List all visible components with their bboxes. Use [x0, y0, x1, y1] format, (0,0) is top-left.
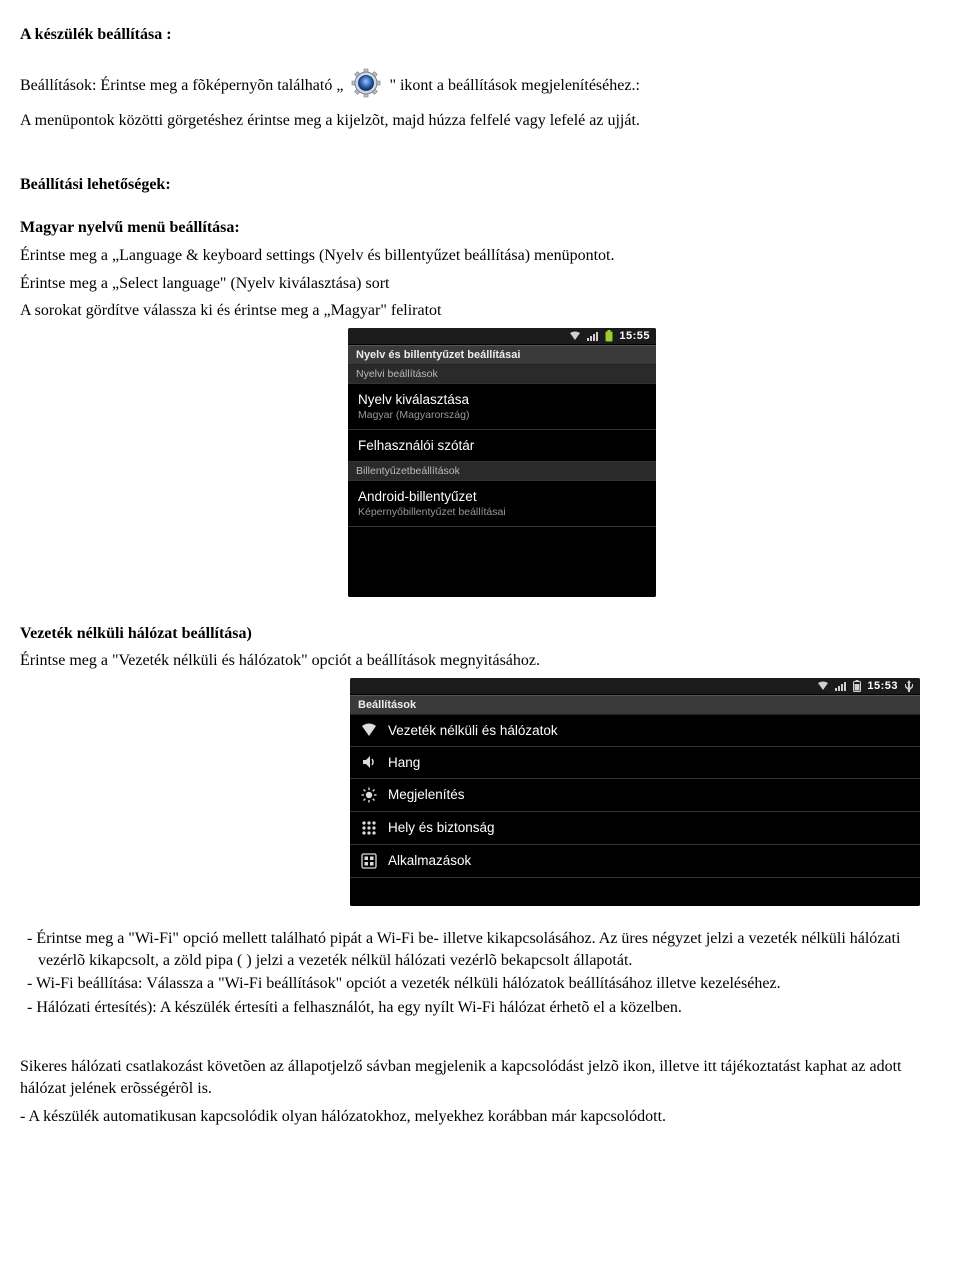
- signal-icon: [587, 331, 599, 341]
- screen-title: Nyelv és billentyűzet beállításai: [348, 345, 656, 365]
- lang-step-3: A sorokat gördítve válassza ki és érints…: [20, 300, 940, 322]
- scroll-instructions: A menüpontok közötti görgetéshez érintse…: [20, 110, 940, 132]
- status-bar: 15:55: [348, 328, 656, 345]
- row-sound[interactable]: Hang: [350, 747, 920, 779]
- row-select-language[interactable]: Nyelv kiválasztása Magyar (Magyarország): [348, 384, 656, 430]
- clock: 15:55: [619, 330, 650, 342]
- signal-icon: [835, 681, 847, 691]
- status-bar: 15:53: [350, 678, 920, 695]
- row-user-dictionary[interactable]: Felhasználói szótár: [348, 430, 656, 462]
- row-android-keyboard[interactable]: Android-billentyűzet Képernyőbillentyűze…: [348, 481, 656, 527]
- intro-text-post: " ikont a beállítások megjelenítéséhez.:: [389, 77, 639, 94]
- wifi-icon: [817, 681, 829, 691]
- battery-icon: [853, 680, 861, 692]
- row-applications[interactable]: Alkalmazások: [350, 845, 920, 878]
- phone-screenshot-language: 15:55 Nyelv és billentyűzet beállításai …: [348, 328, 656, 597]
- grid-icon: [360, 820, 378, 836]
- usb-icon: [904, 680, 914, 692]
- intro-paragraph: Beállítások: Érintse meg a fõképernyõn t…: [20, 68, 940, 105]
- row-sublabel: Képernyőbillentyűzet beállításai: [358, 506, 506, 518]
- wireless-step-1: Érintse meg a "Vezeték nélküli és hálóza…: [20, 650, 940, 672]
- success-paragraph: Sikeres hálózati csatlakozást követõen a…: [20, 1056, 940, 1099]
- row-label: Felhasználói szótár: [358, 438, 474, 453]
- auto-connect-note: - A készülék automatikusan kapcsolódik o…: [20, 1106, 940, 1128]
- wifi-bullet-1: - Érintse meg a "Wi-Fi" opció mellett ta…: [20, 928, 940, 971]
- intro-text-pre: Beállítások: Érintse meg a fõképernyõn t…: [20, 77, 343, 94]
- heading-options: Beállítási lehetőségek:: [20, 174, 940, 196]
- settings-gear-icon: [351, 68, 381, 105]
- lang-step-1: Érintse meg a „Language & keyboard setti…: [20, 245, 940, 267]
- empty-area: [350, 878, 920, 906]
- screen-title: Beállítások: [350, 695, 920, 715]
- row-wireless-networks[interactable]: Vezeték nélküli és hálózatok: [350, 715, 920, 747]
- row-label: Nyelv kiválasztása: [358, 392, 469, 407]
- heading-wireless: Vezeték nélküli hálózat beállítása): [20, 623, 940, 645]
- row-label: Alkalmazások: [388, 853, 471, 868]
- apps-icon: [360, 853, 378, 869]
- row-label: Android-billentyűzet: [358, 489, 506, 504]
- wifi-icon: [569, 331, 581, 341]
- row-label: Megjelenítés: [388, 787, 465, 802]
- row-label: Hely és biztonság: [388, 820, 495, 835]
- wifi-bullet-2: - Wi-Fi beállítása: Válassza a "Wi-Fi be…: [20, 973, 940, 995]
- wifi-bullet-3: - Hálózati értesítés): A készülék értesí…: [20, 997, 940, 1019]
- heading-language: Magyar nyelvű menü beállítása:: [20, 217, 940, 239]
- row-location-security[interactable]: Hely és biztonság: [350, 812, 920, 845]
- row-label: Hang: [388, 755, 420, 770]
- battery-icon: [605, 330, 613, 342]
- row-label: Vezeték nélküli és hálózatok: [388, 723, 558, 738]
- row-display[interactable]: Megjelenítés: [350, 779, 920, 812]
- section-lang-settings: Nyelvi beállítások: [348, 365, 656, 384]
- section-keyboard-settings: Billentyűzetbeállítások: [348, 462, 656, 481]
- speaker-icon: [360, 755, 378, 769]
- empty-area: [348, 527, 656, 597]
- clock: 15:53: [867, 680, 898, 692]
- lang-step-2: Érintse meg a „Select language" (Nyelv k…: [20, 273, 940, 295]
- wifi-icon: [360, 723, 378, 737]
- row-sublabel: Magyar (Magyarország): [358, 409, 469, 421]
- brightness-icon: [360, 787, 378, 803]
- phone-screenshot-settings: 15:53 Beállítások Vezeték nélküli és hál…: [350, 678, 920, 906]
- heading-device-setup: A készülék beállítása :: [20, 24, 940, 46]
